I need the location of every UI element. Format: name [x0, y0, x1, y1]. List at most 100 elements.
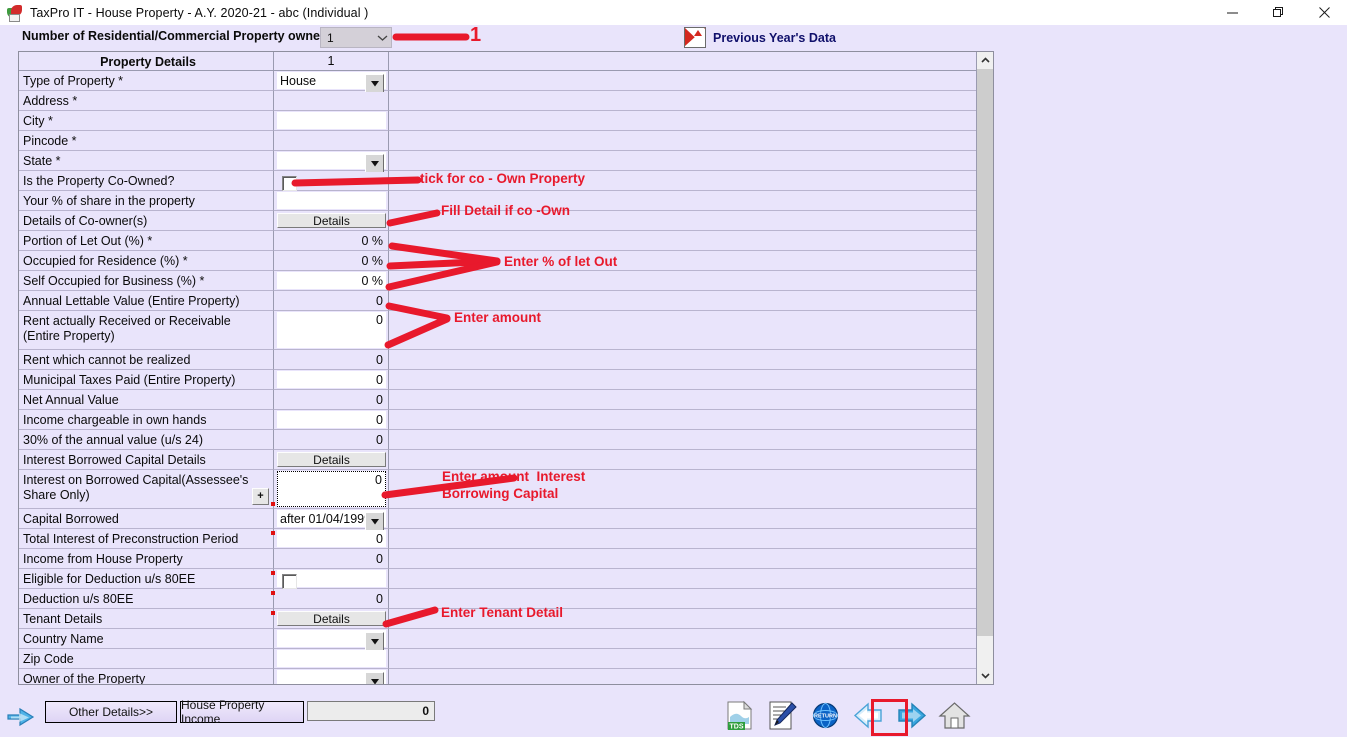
annotation-co-owner-details: Fill Detail if co -Own	[441, 203, 571, 218]
property-count-select[interactable]: 1	[320, 27, 392, 48]
grid-row: Net Annual Value 0	[19, 390, 976, 410]
details-button[interactable]: Details	[277, 213, 386, 228]
row-label-text: Net Annual Value	[23, 393, 119, 407]
grid-row: Annual Lettable Value (Entire Property) 0	[19, 291, 976, 311]
numeric-input[interactable]: 0	[277, 351, 386, 368]
other-details-button[interactable]: Other Details>>	[45, 701, 177, 723]
add-interest-row-button[interactable]: +	[252, 488, 269, 505]
field-value: 0	[376, 412, 383, 427]
numeric-input[interactable]: 0	[277, 550, 386, 567]
row-label: Capital Borrowed	[19, 509, 274, 529]
edit-form-icon[interactable]	[766, 699, 799, 732]
row-label-text: Details of Co-owner(s)	[23, 214, 148, 228]
property-details-panel: Property Details 1 Type of Property * House…	[18, 51, 994, 685]
grid-row: Owner of the Property	[19, 669, 976, 684]
row-label: Is the Property Co-Owned?	[19, 171, 274, 191]
text-input[interactable]	[277, 92, 386, 109]
dropdown-field[interactable]	[277, 670, 386, 684]
numeric-input[interactable]: 0 %	[277, 252, 386, 269]
row-label-text: Eligible for Deduction u/s 80EE	[23, 572, 196, 586]
row-value-cell: Details	[274, 211, 389, 231]
grid-row: Address *	[19, 91, 976, 111]
row-label-text: Pincode *	[23, 134, 77, 148]
text-input[interactable]	[277, 192, 386, 209]
grid-row: State *	[19, 151, 976, 173]
numeric-input[interactable]: 0	[277, 590, 386, 607]
house-property-income-button[interactable]: House Property Income	[180, 698, 304, 726]
grid-row: Eligible for Deduction u/s 80EE	[19, 569, 976, 589]
maximize-icon[interactable]	[1255, 0, 1301, 25]
home-icon[interactable]	[938, 699, 971, 732]
checkbox[interactable]	[282, 176, 297, 191]
dropdown-field[interactable]: after 01/04/1999	[277, 510, 386, 531]
numeric-input[interactable]: 0 %	[277, 232, 386, 249]
scroll-down-icon[interactable]	[977, 667, 993, 684]
return-globe-icon[interactable]: RETURN	[809, 699, 842, 732]
numeric-input[interactable]: 0	[277, 371, 386, 388]
row-label: Country Name	[19, 629, 274, 649]
row-value-cell: 0 %	[274, 271, 389, 291]
grid-row: Type of Property * House	[19, 71, 976, 93]
details-button[interactable]: Details	[277, 611, 386, 626]
row-label: Tenant Details	[19, 609, 274, 629]
dropdown-field[interactable]	[277, 152, 386, 173]
row-filler	[389, 450, 976, 470]
svg-text:TDS: TDS	[730, 724, 744, 731]
tds-document-icon[interactable]: TDS	[723, 699, 756, 732]
checkbox-field	[277, 570, 386, 589]
grid-row: Income chargeable in own hands 0	[19, 410, 976, 430]
row-label: Income from House Property	[19, 549, 274, 569]
text-input[interactable]	[277, 650, 386, 667]
numeric-input[interactable]: 0	[277, 391, 386, 408]
annotation-co-owned: tick for co - Own Property	[420, 171, 586, 186]
row-filler	[389, 370, 976, 390]
field-value: 0	[376, 313, 383, 327]
left-arrow-icon[interactable]	[5, 704, 37, 730]
dropdown-field[interactable]	[277, 630, 386, 651]
grid-row: Rent which cannot be realized 0	[19, 350, 976, 370]
numeric-input[interactable]: 0	[277, 431, 386, 448]
text-input[interactable]	[277, 112, 386, 129]
row-value-cell	[274, 669, 389, 684]
minimize-icon[interactable]	[1209, 0, 1255, 25]
row-label: Address *	[19, 91, 274, 111]
row-value-cell: 0 %	[274, 251, 389, 271]
row-value-cell: 0	[274, 549, 389, 569]
numeric-input[interactable]: 0	[277, 411, 386, 428]
numeric-input[interactable]: 0	[277, 292, 386, 309]
row-value-cell: 0	[274, 350, 389, 370]
close-icon[interactable]	[1301, 0, 1347, 25]
numeric-input[interactable]: 0	[277, 312, 386, 348]
field-value: 0	[376, 591, 383, 606]
numeric-input[interactable]: 0	[277, 471, 386, 507]
row-filler	[389, 410, 976, 430]
dropdown-field[interactable]: House	[277, 72, 386, 93]
scroll-up-icon[interactable]	[977, 52, 993, 69]
required-marker-icon	[271, 591, 275, 595]
scrollbar-thumb[interactable]	[977, 69, 993, 636]
row-label: Occupied for Residence (%) *	[19, 251, 274, 271]
row-label: State *	[19, 151, 274, 171]
checkbox[interactable]	[282, 574, 297, 589]
annotation-property-count: 1	[470, 24, 482, 46]
row-label: Interest Borrowed Capital Details	[19, 450, 274, 470]
chevron-down-icon[interactable]	[365, 672, 384, 684]
numeric-input[interactable]: 0	[277, 530, 386, 547]
row-label-text: Annual Lettable Value (Entire Property)	[23, 294, 240, 308]
row-label: Income chargeable in own hands	[19, 410, 274, 430]
row-label: Total Interest of Preconstruction Period	[19, 529, 274, 549]
text-input[interactable]	[277, 132, 386, 149]
row-label: Interest on Borrowed Capital(Assessee's …	[19, 470, 274, 509]
grid-row: City *	[19, 111, 976, 131]
details-button[interactable]: Details	[277, 452, 386, 467]
row-filler	[389, 350, 976, 370]
row-filler	[389, 569, 976, 589]
row-label-text: State *	[23, 154, 61, 168]
field-value: 0	[376, 531, 383, 546]
numeric-input[interactable]: 0 %	[277, 272, 386, 289]
row-label-text: Self Occupied for Business (%) *	[23, 274, 205, 288]
previous-year-data-button[interactable]: Previous Year's Data	[684, 27, 836, 48]
row-label-text: Your % of share in the property	[23, 194, 195, 208]
grid-scrollbar[interactable]	[976, 52, 993, 684]
row-value-cell: 0 %	[274, 231, 389, 251]
